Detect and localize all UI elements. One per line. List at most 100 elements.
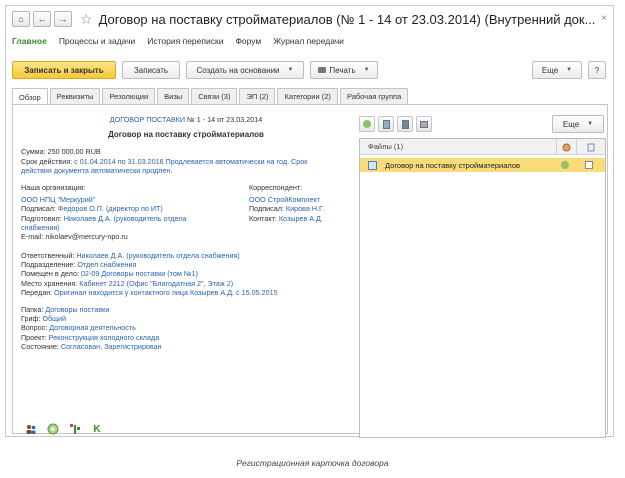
tab-work-group[interactable]: Рабочая группа: [339, 88, 409, 104]
bottom-toolbar: K: [25, 423, 113, 435]
tab-requisites[interactable]: Реквизиты: [49, 88, 101, 104]
resp-label: Ответственный:: [21, 251, 77, 261]
signed-label: Подписал:: [21, 204, 58, 214]
structure-icon[interactable]: [69, 423, 81, 435]
term-value-cont[interactable]: действия документа автоматически продлен…: [21, 166, 351, 175]
folder-label: Папка:: [21, 305, 46, 315]
document-type-link[interactable]: ДОГОВОР ПОСТАВКИ: [110, 115, 185, 124]
lock-column-icon[interactable]: [576, 139, 605, 155]
menu-item-processes[interactable]: Процессы и задачи: [59, 36, 135, 46]
prepared-line: Подготовил: Николаев Д.А. (руководитель …: [21, 214, 187, 223]
more-label: Еще: [541, 65, 559, 75]
passed-value[interactable]: Оригинал находится у контактного лица Ко…: [54, 288, 277, 297]
favorite-star-icon[interactable]: ☆: [80, 11, 93, 28]
figure-caption: Регистрационная карточка договора: [236, 458, 389, 468]
tab-categories[interactable]: Категории (2): [277, 88, 338, 104]
signed-value[interactable]: Федоров О.П. (директор по ИТ): [58, 204, 163, 213]
resp-value[interactable]: Николаев Д.А. (руководитель отдела снабж…: [76, 251, 239, 260]
corr-name-link[interactable]: ООО СтройКомплект: [249, 195, 324, 204]
parties-block: Наша организация: ООО НПЦ "Меркурий" Под…: [21, 183, 351, 245]
corr-signed-label: Подписал:: [249, 204, 286, 214]
chevron-down-icon: ▼: [587, 121, 594, 127]
grif-label: Гриф:: [21, 314, 43, 324]
files-more-button[interactable]: Еще ▼: [552, 115, 604, 133]
save-and-close-button[interactable]: Записать и закрыть: [12, 61, 116, 79]
document-window: ⌂ ← → ☆ Договор на поставку стройматериа…: [5, 5, 614, 438]
sum-value: 250 000,00 RUB: [47, 147, 101, 157]
grif-value[interactable]: Общий: [42, 314, 66, 323]
prepared-value[interactable]: Николаев Д.А. (руководитель отдела: [64, 214, 187, 223]
menu-item-history[interactable]: История переписки: [147, 36, 223, 46]
term-value[interactable]: с 01.04.2014 по 31.03.2016 Продлевается …: [74, 157, 307, 166]
files-column-header[interactable]: Файлы (1): [360, 142, 403, 151]
file-name: Договор на поставку стройматериалов: [385, 160, 521, 170]
edit-file-button[interactable]: [397, 116, 413, 132]
files-toolbar: [359, 116, 435, 132]
k-icon[interactable]: K: [91, 423, 103, 435]
tab-resolutions[interactable]: Резолюции: [102, 88, 156, 104]
printer-icon: [420, 120, 428, 128]
tab-overview[interactable]: Обзор: [12, 88, 48, 105]
case-value[interactable]: 02-09 Договоры поставки (том №1): [81, 269, 198, 278]
sum-label: Сумма:: [21, 147, 48, 157]
menu-item-main[interactable]: Главное: [12, 36, 47, 46]
menu-item-forum[interactable]: Форум: [235, 36, 261, 46]
document-header: ДОГОВОР ПОСТАВКИ № 1 - 14 от 23.03.2014: [21, 115, 351, 124]
create-based-on-button[interactable]: Создать на основании ▼: [186, 61, 304, 79]
more-button[interactable]: Еще ▼: [532, 61, 582, 79]
edit-icon: [401, 119, 409, 129]
open-file-button[interactable]: [378, 116, 394, 132]
storage-value[interactable]: Кабинет 2212 (Офис "Благодатная 2", Этаж…: [79, 279, 233, 288]
grif-line: Гриф: Общий: [21, 314, 351, 323]
forward-arrow-icon: →: [58, 14, 68, 24]
print-button[interactable]: Печать ▼: [310, 61, 378, 79]
corr-signed-value[interactable]: Кирова Н.Г.: [286, 204, 324, 213]
save-button[interactable]: Записать: [122, 61, 180, 79]
signed-status-icon: [561, 161, 569, 169]
corr-contact-label: Контакт:: [249, 213, 279, 223]
menu-bar: Главное Процессы и задачи История перепи…: [6, 33, 344, 49]
chevron-down-icon: ▼: [363, 67, 370, 73]
back-button[interactable]: ←: [33, 11, 51, 27]
home-icon: ⌂: [18, 14, 24, 24]
question-line: Вопрос: Договорная деятельность: [21, 323, 351, 332]
tab-visas[interactable]: Визы: [157, 88, 190, 104]
chevron-down-icon: ▼: [566, 67, 573, 73]
state-line: Состояние: Согласован, Зарегистрирован: [21, 342, 351, 351]
folder-value[interactable]: Договоры поставки: [45, 305, 109, 314]
home-button[interactable]: ⌂: [12, 11, 30, 27]
window-title: Договор на поставку стройматериалов (№ 1…: [98, 11, 596, 27]
forward-button[interactable]: →: [54, 11, 72, 27]
command-bar: Записать и закрыть Записать Создать на о…: [6, 61, 613, 81]
close-icon[interactable]: ×: [601, 13, 607, 24]
print-file-button[interactable]: [416, 116, 432, 132]
state-value[interactable]: Согласован, Зарегистрирован: [61, 342, 162, 351]
users-icon[interactable]: [25, 423, 37, 435]
chevron-down-icon: ▼: [287, 67, 294, 73]
signed-line: Подписал: Федоров О.П. (директор по ИТ): [21, 204, 187, 213]
responsibility-block: Ответственный: Николаев Д.А. (руководите…: [21, 251, 351, 297]
menu-item-transfer-log[interactable]: Журнал передачи: [273, 36, 344, 46]
file-checkbox[interactable]: [585, 161, 593, 169]
responsible-line: Ответственный: Николаев Д.А. (руководите…: [21, 251, 351, 260]
classification-block: Папка: Договоры поставки Гриф: Общий Воп…: [21, 305, 351, 351]
case-label: Помещен в дело:: [21, 269, 81, 279]
corr-contact-value[interactable]: Козырев А.Д.: [279, 214, 323, 223]
help-button[interactable]: ?: [588, 61, 606, 79]
prepared-value-cont[interactable]: снабжения): [21, 223, 187, 232]
tab-links[interactable]: Связи (3): [191, 88, 238, 104]
globe-icon[interactable]: [47, 423, 59, 435]
create-based-on-label: Создать на основании: [196, 65, 280, 75]
project-value[interactable]: Реконструкция холодного склада: [49, 333, 160, 342]
org-name-link[interactable]: ООО НПЦ "Меркурий": [21, 195, 187, 204]
dept-value[interactable]: Отдел снабжения: [77, 260, 136, 269]
title-bar: ⌂ ← → ☆ Договор на поставку стройматериа…: [6, 6, 613, 32]
org-label: Наша организация:: [21, 183, 86, 193]
files-table: Файлы (1) Договор на поставку стройматер…: [359, 138, 606, 438]
signature-column-icon[interactable]: [556, 139, 576, 155]
corr-label: Корреспондент:: [249, 183, 303, 193]
question-value[interactable]: Договорная деятельность: [49, 323, 136, 332]
tab-signatures[interactable]: ЭП (2): [239, 88, 276, 104]
add-file-button[interactable]: [359, 116, 375, 132]
file-row[interactable]: Договор на поставку стройматериалов: [360, 158, 605, 172]
